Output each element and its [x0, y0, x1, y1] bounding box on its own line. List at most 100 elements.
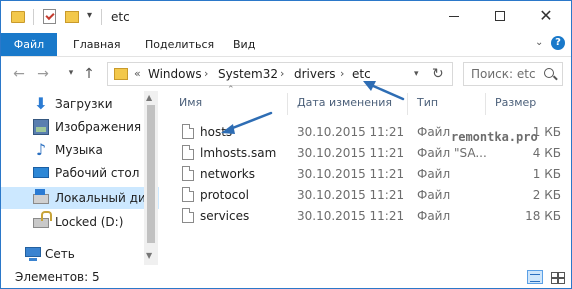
divider — [101, 9, 102, 25]
search-input[interactable]: Поиск: etc — [471, 67, 536, 81]
sidebar-item-music[interactable]: ♪ Музыка — [1, 139, 159, 161]
address-bar[interactable]: « Windows › System32 › drivers › etc ▾ ↻ — [107, 62, 453, 86]
sidebar-item-locked-drive[interactable]: Locked (D:) — [1, 211, 159, 233]
large-icons-view-icon[interactable] — [549, 270, 565, 284]
minimize-icon — [449, 15, 459, 17]
breadcrumb-separator[interactable]: › — [340, 67, 344, 80]
properties-icon[interactable] — [43, 9, 56, 24]
breadcrumb-separator[interactable]: › — [204, 67, 208, 80]
sidebar-item-label: Locked (D:) — [55, 215, 124, 229]
new-folder-icon[interactable] — [65, 11, 79, 23]
tab-file[interactable]: Файл — [1, 33, 57, 56]
sidebar-scrollbar[interactable]: ▲ ▼ — [144, 91, 158, 265]
table-row[interactable]: lmhosts.sam 30.10.2015 11:21 Файл "SA...… — [163, 143, 571, 164]
file-icon — [182, 145, 194, 160]
breadcrumb-separator[interactable]: › — [280, 67, 284, 80]
file-type: Файл — [417, 209, 451, 223]
file-icon — [182, 208, 194, 223]
column-header-name[interactable]: Имя — [179, 96, 202, 109]
sidebar-item-downloads[interactable]: ⬇ Загрузки — [1, 93, 159, 115]
file-size: 1 КБ — [532, 167, 561, 181]
column-header-type[interactable]: Тип — [417, 96, 438, 109]
sidebar-item-label: Локальный дис — [55, 191, 153, 205]
maximize-button[interactable] — [477, 1, 523, 31]
column-divider[interactable] — [485, 93, 486, 115]
scroll-up-icon[interactable]: ▲ — [146, 93, 152, 102]
file-name: hosts — [200, 125, 233, 139]
search-box[interactable]: Поиск: etc — [463, 62, 563, 86]
help-icon[interactable]: ? — [551, 36, 565, 50]
file-date: 30.10.2015 11:21 — [297, 146, 405, 160]
folder-icon — [114, 68, 128, 80]
sidebar-item-network[interactable]: Сеть — [1, 243, 159, 265]
back-arrow-icon[interactable]: ← — [11, 66, 27, 82]
file-date: 30.10.2015 11:21 — [297, 188, 405, 202]
close-button[interactable]: ✕ — [523, 1, 569, 31]
sidebar-item-label: Сеть — [45, 247, 75, 261]
table-row[interactable]: services 30.10.2015 11:21 Файл 18 КБ — [163, 206, 571, 227]
breadcrumb-overflow[interactable]: « — [134, 67, 141, 80]
file-type: Файл — [417, 188, 451, 202]
ribbon-tabs: Файл Главная Поделиться Вид ⌄ ? — [1, 33, 571, 57]
tab-view[interactable]: Вид — [223, 33, 265, 56]
divider — [33, 9, 34, 25]
search-icon[interactable] — [544, 68, 554, 78]
forward-arrow-icon[interactable]: → — [35, 66, 51, 82]
navigation-pane: ⬇ Загрузки Изображения ♪ Музыка Рабочий … — [1, 91, 159, 265]
column-header-date[interactable]: Дата изменения — [297, 96, 392, 109]
sidebar-item-label: Загрузки — [55, 97, 113, 111]
network-icon — [25, 247, 41, 261]
table-row[interactable]: protocol 30.10.2015 11:21 Файл 2 КБ — [163, 185, 571, 206]
breadcrumb-windows[interactable]: Windows — [148, 67, 202, 81]
sidebar-item-desktop[interactable]: Рабочий стол — [1, 162, 159, 184]
recent-locations-icon[interactable]: ▾ — [63, 68, 79, 78]
sort-caret-icon: ⌃ — [227, 85, 235, 95]
title-bar: ▾ etc ✕ — [1, 1, 571, 33]
scroll-down-icon[interactable]: ▼ — [146, 251, 152, 260]
scrollbar-thumb[interactable] — [147, 105, 155, 243]
music-icon: ♪ — [35, 140, 47, 159]
file-icon — [182, 166, 194, 181]
file-name: protocol — [200, 188, 249, 202]
downloads-icon: ⬇ — [34, 94, 48, 113]
file-name: services — [200, 209, 250, 223]
file-date: 30.10.2015 11:21 — [297, 209, 405, 223]
quick-access-dropdown-icon[interactable]: ▾ — [87, 10, 92, 21]
items-count: Элементов: 5 — [15, 270, 100, 284]
file-size: 18 КБ — [525, 209, 561, 223]
navigation-bar: ← → ▾ ↑ « Windows › System32 › drivers ›… — [1, 57, 571, 91]
column-header-size[interactable]: Размер — [495, 96, 536, 109]
sidebar-item-pictures[interactable]: Изображения — [1, 116, 159, 138]
file-type: Файл — [417, 167, 451, 181]
file-size: 4 КБ — [532, 146, 561, 160]
address-history-icon[interactable]: ▾ — [414, 69, 419, 79]
column-divider[interactable] — [287, 93, 288, 115]
sidebar-item-local-disk[interactable]: Локальный дис — [1, 187, 159, 209]
breadcrumb-drivers[interactable]: drivers — [294, 67, 336, 81]
details-view-icon[interactable] — [527, 270, 543, 284]
tab-share[interactable]: Поделиться — [135, 33, 224, 56]
refresh-icon[interactable]: ↻ — [432, 66, 444, 82]
status-bar: Элементов: 5 — [1, 267, 571, 289]
expand-ribbon-icon[interactable]: ⌄ — [535, 37, 543, 48]
maximize-icon — [495, 11, 505, 21]
file-date: 30.10.2015 11:21 — [297, 125, 405, 139]
pictures-icon — [33, 119, 49, 135]
breadcrumb-system32[interactable]: System32 — [218, 67, 278, 81]
desktop-icon — [33, 167, 49, 178]
watermark: remontka.pro — [451, 130, 538, 144]
file-type: Файл "SA... — [417, 146, 487, 160]
breadcrumb-etc[interactable]: etc — [352, 67, 371, 81]
up-arrow-icon[interactable]: ↑ — [81, 66, 97, 82]
file-name: networks — [200, 167, 255, 181]
minimize-button[interactable] — [431, 1, 477, 31]
file-date: 30.10.2015 11:21 — [297, 167, 405, 181]
file-size: 2 КБ — [532, 188, 561, 202]
window-title: etc — [111, 10, 130, 24]
locked-drive-icon — [33, 211, 52, 228]
column-divider[interactable] — [407, 93, 408, 115]
table-row[interactable]: networks 30.10.2015 11:21 Файл 1 КБ — [163, 164, 571, 185]
sidebar-item-label: Изображения — [55, 120, 142, 134]
tab-home[interactable]: Главная — [63, 33, 131, 56]
sidebar-item-label: Музыка — [55, 143, 103, 157]
